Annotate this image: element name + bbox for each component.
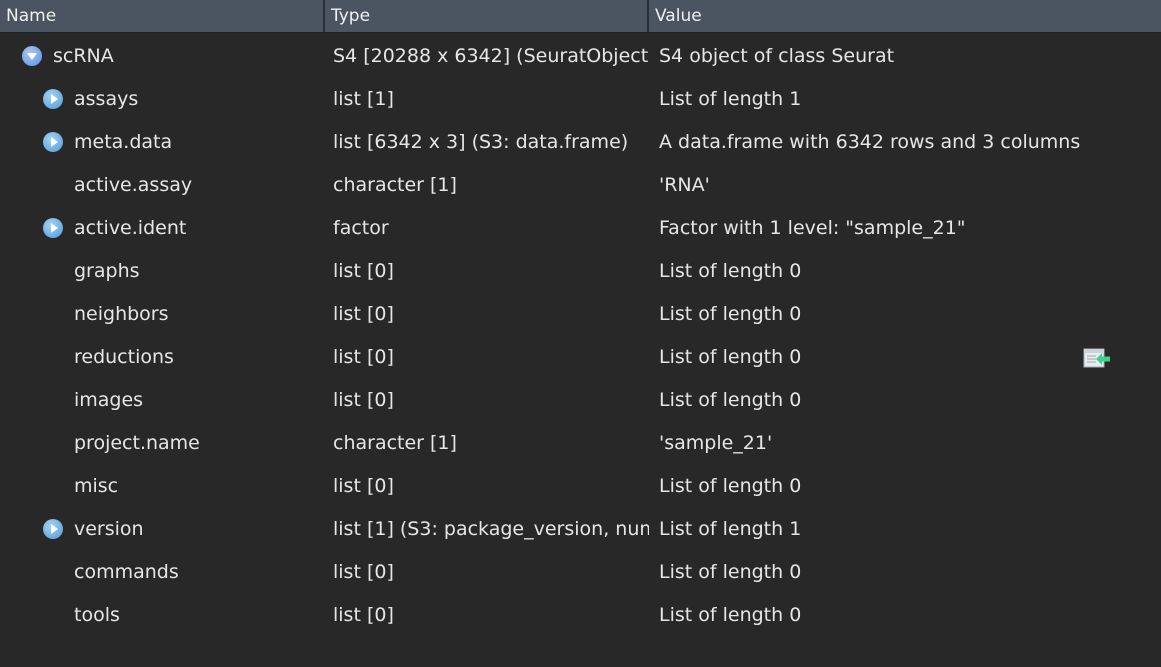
view-data-icon[interactable]	[1083, 347, 1111, 369]
expand-toggle-icon[interactable]	[43, 131, 63, 152]
tree-row[interactable]: tools list [0] List of length 0	[0, 593, 1161, 636]
row-name: images	[74, 388, 144, 411]
expand-toggle-icon[interactable]	[43, 217, 63, 238]
row-name: commands	[74, 560, 179, 583]
tree-row[interactable]: misc list [0] List of length 0	[0, 464, 1161, 507]
tree-row-root[interactable]: scRNA S4 [20288 x 6342] (SeuratObject:: …	[0, 34, 1161, 77]
row-value: List of length 0	[659, 560, 802, 583]
row-value: List of length 0	[659, 302, 802, 325]
tree-row[interactable]: commands list [0] List of length 0	[0, 550, 1161, 593]
expand-toggle-icon[interactable]	[43, 518, 63, 539]
row-type: list [0]	[333, 388, 394, 411]
row-value: List of length 0	[659, 388, 802, 411]
row-value: 'sample_21'	[659, 431, 773, 454]
row-name: meta.data	[74, 130, 173, 153]
row-value: List of length 1	[659, 87, 802, 110]
row-type: list [1] (S3: package_version, num	[333, 517, 649, 540]
row-name: graphs	[74, 259, 140, 282]
row-type: S4 [20288 x 6342] (SeuratObject::	[333, 44, 649, 67]
row-type: list [0]	[333, 603, 394, 626]
row-name: neighbors	[74, 302, 169, 325]
row-value: List of length 1	[659, 517, 802, 540]
tree-row[interactable]: project.name character [1] 'sample_21'	[0, 421, 1161, 464]
row-name: tools	[74, 603, 120, 626]
row-type: character [1]	[333, 431, 457, 454]
row-name: misc	[74, 474, 119, 497]
row-type: list [0]	[333, 259, 394, 282]
row-value: 'RNA'	[659, 173, 710, 196]
row-value: List of length 0	[659, 259, 802, 282]
tree-row[interactable]: version list [1] (S3: package_version, n…	[0, 507, 1161, 550]
row-type: list [0]	[333, 560, 394, 583]
column-type-header[interactable]: Type	[325, 0, 649, 32]
row-type: list [0]	[333, 345, 394, 368]
tree-row[interactable]: meta.data list [6342 x 3] (S3: data.fram…	[0, 120, 1161, 163]
tree-row[interactable]: neighbors list [0] List of length 0	[0, 292, 1161, 335]
row-type: list [0]	[333, 474, 394, 497]
collapse-toggle-icon[interactable]	[22, 45, 42, 66]
tree-row[interactable]: active.ident factor Factor with 1 level:…	[0, 206, 1161, 249]
row-value: List of length 0	[659, 603, 802, 626]
row-value: A data.frame with 6342 rows and 3 column…	[659, 130, 1081, 153]
tree-row[interactable]: assays list [1] List of length 1	[0, 77, 1161, 120]
row-value: S4 object of class Seurat	[659, 44, 895, 67]
column-name-header[interactable]: Name	[0, 0, 325, 32]
row-name: assays	[74, 87, 139, 110]
row-name: reductions	[74, 345, 174, 368]
tree-row[interactable]: images list [0] List of length 0	[0, 378, 1161, 421]
row-value: List of length 0	[659, 474, 802, 497]
row-name: active.ident	[74, 216, 187, 239]
row-type: list [1]	[333, 87, 394, 110]
tree-row[interactable]: active.assay character [1] 'RNA'	[0, 163, 1161, 206]
row-type: list [6342 x 3] (S3: data.frame)	[333, 130, 629, 153]
row-value: Factor with 1 level: "sample_21"	[659, 216, 966, 239]
tree-row[interactable]: graphs list [0] List of length 0	[0, 249, 1161, 292]
column-header: Name Type Value	[0, 0, 1161, 33]
row-type: character [1]	[333, 173, 457, 196]
row-name: project.name	[74, 431, 200, 454]
row-type: factor	[333, 216, 389, 239]
object-tree: scRNA S4 [20288 x 6342] (SeuratObject:: …	[0, 34, 1161, 636]
row-type: list [0]	[333, 302, 394, 325]
tree-row[interactable]: reductions list [0] List of length 0	[0, 335, 1161, 378]
expand-toggle-icon[interactable]	[43, 88, 63, 109]
row-name: version	[74, 517, 144, 540]
row-name: active.assay	[74, 173, 193, 196]
row-name: scRNA	[53, 44, 114, 67]
column-value-header[interactable]: Value	[649, 0, 1161, 32]
